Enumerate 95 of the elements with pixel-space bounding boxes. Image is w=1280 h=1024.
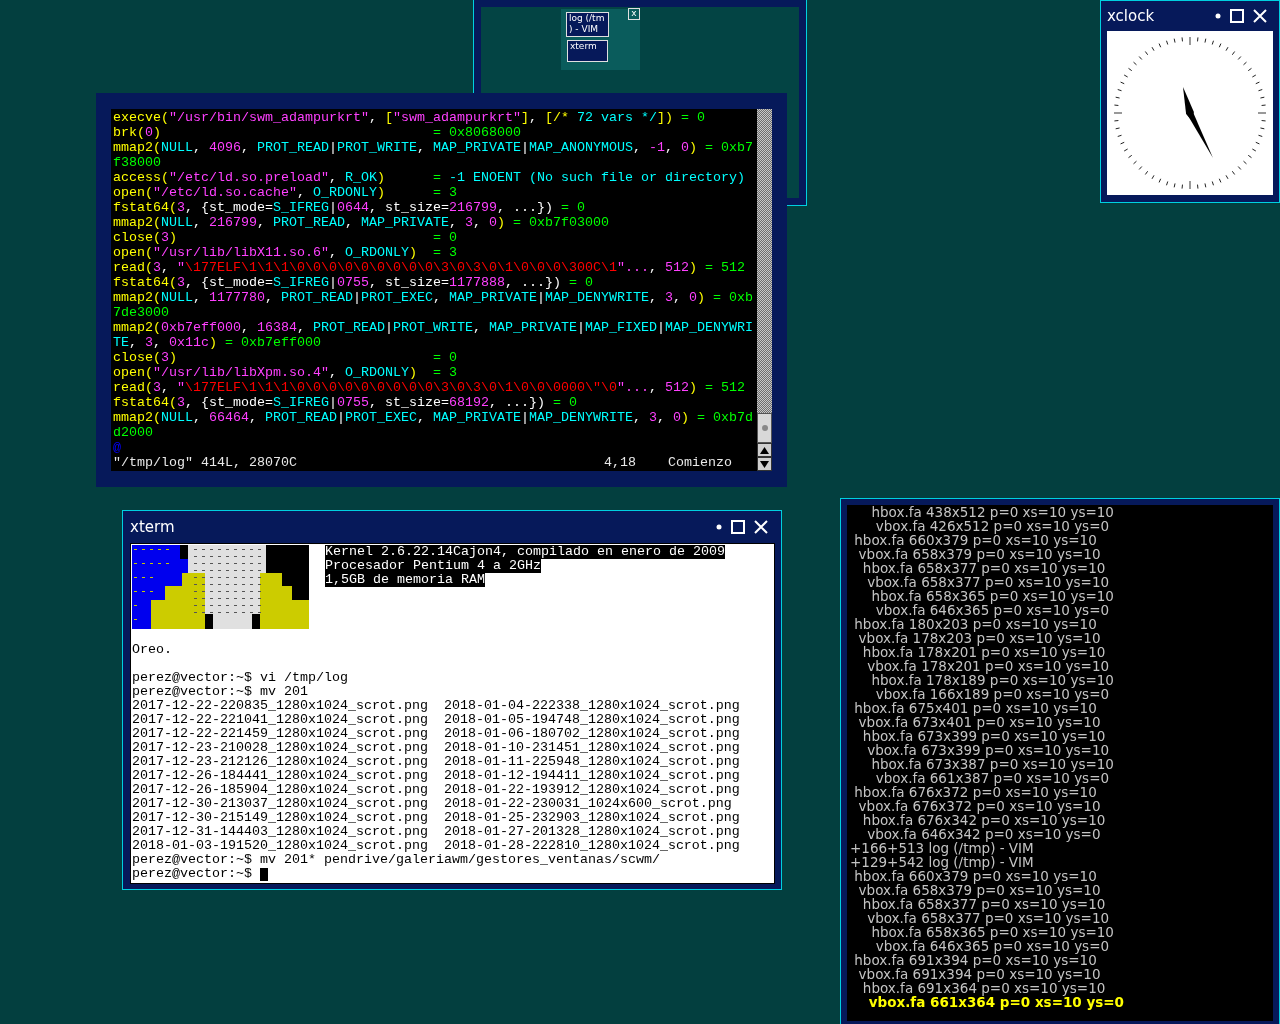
code-line: mmap2(NULL, 216799, PROT_READ, MAP_PRIVATE, 3, 0) = 0xb7f03000 bbox=[113, 215, 610, 230]
code-line: mmap2(NULL, 66464, PROT_READ|PROT_EXEC, MAP_PRIVATE|MAP_DENYWRITE, 3, 0) = 0xb7d bbox=[113, 410, 754, 425]
log-line: hbox.fa 180x203 p=0 xs=10 ys=10 bbox=[853, 617, 1097, 631]
log-line: vbox.fa 646x342 p=0 xs=10 ys=0 bbox=[866, 827, 1101, 841]
code-line: 7de3000 bbox=[113, 305, 170, 320]
code-line: fstat64(3, {st_mode=S_IFREG|0755, st_size=68192, ...}) = 0 bbox=[113, 395, 578, 410]
pager-window-thumbnail[interactable]: log (/tm ) - VIM bbox=[566, 12, 609, 37]
down-arrow-icon bbox=[760, 460, 769, 468]
terminal-line: 2017-12-30-213037_1280x1024_scrot.png 2018-01-22-230031_1024x600_scrot.png bbox=[132, 797, 733, 811]
log-line: vbox.fa 646x365 p=0 xs=10 ys=0 bbox=[874, 603, 1110, 617]
code-line: read(3, "\177ELF\1\1\1\0\0\0\0\0\0\0\0\0\3\0\3\0\1\0\0\0000\"\0"..., 512) = 512 bbox=[113, 380, 746, 395]
code-line: access("/etc/ld.so.preload", R_OK) = -1 ENOENT (No such file or directory) bbox=[113, 170, 746, 185]
code-line: mmap2(NULL, 4096, PROT_READ|PROT_WRITE, MAP_PRIVATE|MAP_ANONYMOUS, -1, 0) = 0xb7 bbox=[113, 140, 754, 155]
log-line: hbox.fa 673x387 p=0 xs=10 ys=10 bbox=[870, 757, 1115, 771]
log-line: hbox.fa 658x377 p=0 xs=10 ys=10 bbox=[861, 561, 1106, 575]
close-icon[interactable] bbox=[1253, 9, 1267, 23]
log-line: vbox.fa 661x387 p=0 xs=10 ys=0 bbox=[874, 771, 1110, 785]
terminal-line: Oreo. bbox=[132, 643, 173, 657]
log-line: hbox.fa 438x512 p=0 xs=10 ys=10 bbox=[870, 505, 1115, 519]
scroll-position: Comienzo bbox=[667, 455, 732, 470]
code-line: open("/usr/lib/libXpm.so.4", O_RDONLY) = 3 bbox=[113, 365, 458, 380]
text-cursor bbox=[260, 867, 268, 881]
terminal-line: perez@vector:~$ vi /tmp/log bbox=[132, 671, 349, 685]
code-line: f38000 bbox=[113, 155, 162, 170]
code-line: read(3, "\177ELF\1\1\1\0\0\0\0\0\0\0\0\0\3\0\3\0\1\0\0\0\300C\1"..., 512) = 512 bbox=[113, 260, 746, 275]
log-line: hbox.fa 676x342 p=0 xs=10 ys=10 bbox=[861, 813, 1107, 827]
code-line: execve("/usr/bin/swm_adampurkrt", ["swm_adampurkrt"], [/* 72 vars */]) = 0 bbox=[113, 110, 706, 125]
log-line: vbox.fa 673x399 p=0 xs=10 ys=10 bbox=[866, 743, 1111, 757]
log-line: vbox.fa 166x189 p=0 xs=10 ys=0 bbox=[874, 687, 1110, 701]
terminal-line: 2017-12-26-184441_1280x1024_scrot.png 2018-01-12-194411_1280x1024_scrot.png bbox=[132, 769, 741, 783]
scroll-up-button[interactable] bbox=[757, 443, 772, 457]
log-line: hbox.fa 658x377 p=0 xs=10 ys=10 bbox=[861, 897, 1106, 911]
code-line: fstat64(3, {st_mode=S_IFREG|0755, st_size=1177888, ...}) = 0 bbox=[113, 275, 594, 290]
log-line: hbox.fa 675x401 p=0 xs=10 ys=10 bbox=[853, 701, 1097, 715]
code-line: d2000 bbox=[113, 425, 154, 440]
log-line: vbox.fa 676x372 p=0 xs=10 ys=10 bbox=[857, 799, 1102, 813]
terminal-line: 2017-12-23-210028_1280x1024_scrot.png 2018-01-10-231451_1280x1024_scrot.png bbox=[132, 741, 741, 755]
log-line: hbox.fa 691x364 p=0 xs=10 ys=10 bbox=[861, 981, 1107, 995]
code-line: @ bbox=[113, 440, 122, 455]
log-line: vbox.fa 673x401 p=0 xs=10 ys=10 bbox=[857, 715, 1102, 729]
code-line: open("/usr/lib/libX11.so.6", O_RDONLY) = 3 bbox=[113, 245, 458, 260]
log-line: hbox.fa 178x201 p=0 xs=10 ys=10 bbox=[861, 645, 1106, 659]
code-line: open("/etc/ld.so.cache", O_RDONLY) = 3 bbox=[113, 185, 458, 200]
log-line: vbox.fa 646x365 p=0 xs=10 ys=0 bbox=[874, 939, 1110, 953]
code-line: brk(0) = 0x8068000 bbox=[113, 125, 522, 140]
terminal-line: 2017-12-22-221041_1280x1024_scrot.png 2018-01-05-194748_1280x1024_scrot.png bbox=[132, 713, 741, 727]
window-title: xterm bbox=[130, 516, 175, 538]
scrollbar-thumb[interactable] bbox=[757, 413, 772, 443]
log-line: +129+542 log (/tmp) - VIM bbox=[850, 855, 1035, 869]
maximize-icon[interactable] bbox=[1230, 9, 1244, 23]
log-line: vbox.fa 426x512 p=0 xs=10 ys=0 bbox=[874, 519, 1110, 533]
code-line: close(3) = 0 bbox=[113, 350, 458, 365]
status-message: "/tmp/log" 414L, 28070C bbox=[113, 455, 297, 470]
scroll-down-button[interactable] bbox=[757, 457, 772, 471]
code-line: mmap2(NULL, 1177780, PROT_READ|PROT_EXEC, MAP_PRIVATE|MAP_DENYWRITE, 3, 0) = 0xb bbox=[113, 290, 754, 305]
dot-icon[interactable] bbox=[716, 524, 722, 530]
log-line: vbox.fa 658x379 p=0 xs=10 ys=10 bbox=[857, 883, 1102, 897]
log-line: hbox.fa 660x379 p=0 xs=10 ys=10 bbox=[853, 869, 1097, 883]
close-icon[interactable] bbox=[754, 520, 768, 534]
terminal-line: 2017-12-22-221459_1280x1024_scrot.png 2018-01-06-180702_1280x1024_scrot.png bbox=[132, 727, 741, 741]
log-line: vbox.fa 658x379 p=0 xs=10 ys=10 bbox=[857, 547, 1102, 561]
terminal-line: 2017-12-31-144403_1280x1024_scrot.png 2018-01-27-201328_1280x1024_scrot.png bbox=[132, 825, 741, 839]
terminal-line: perez@vector:~$ mv 201 bbox=[132, 685, 309, 699]
terminal-line: 2017-12-30-215149_1280x1024_scrot.png 2018-01-25-232903_1280x1024_scrot.png bbox=[132, 811, 741, 825]
terminal-line: 2017-12-22-220835_1280x1024_scrot.png 2018-01-04-222338_1280x1024_scrot.png bbox=[132, 699, 741, 713]
terminal-line: 2017-12-26-185904_1280x1024_scrot.png 2018-01-22-193912_1280x1024_scrot.png bbox=[132, 783, 741, 797]
log-line: vbox.fa 658x377 p=0 xs=10 ys=10 bbox=[866, 911, 1111, 925]
code-line: mmap2(0xb7eff000, 16384, PROT_READ|PROT_WRITE, MAP_PRIVATE|MAP_FIXED|MAP_DENYWRI bbox=[113, 320, 754, 335]
window-title: xclock bbox=[1107, 5, 1155, 27]
log-line: vbox.fa 658x377 p=0 xs=10 ys=10 bbox=[866, 575, 1111, 589]
log-line: hbox.fa 178x189 p=0 xs=10 ys=10 bbox=[870, 673, 1115, 687]
terminal-prompt: perez@vector:~$ bbox=[132, 867, 253, 881]
terminal-line: perez@vector:~$ mv 201* pendrive/galeriawm/gestores_ventanas/scwm/ bbox=[132, 853, 661, 867]
pager-close-button[interactable]: x bbox=[628, 8, 640, 20]
log-line: hbox.fa 658x365 p=0 xs=10 ys=10 bbox=[870, 925, 1115, 939]
maximize-icon[interactable] bbox=[731, 520, 745, 534]
log-line: vbox.fa 691x394 p=0 xs=10 ys=10 bbox=[857, 967, 1102, 981]
log-line: hbox.fa 673x399 p=0 xs=10 ys=10 bbox=[861, 729, 1106, 743]
log-line: hbox.fa 691x394 p=0 xs=10 ys=10 bbox=[853, 953, 1097, 967]
log-line: hbox.fa 660x379 p=0 xs=10 ys=10 bbox=[853, 533, 1097, 547]
log-line: vbox.fa 661x364 p=0 xs=10 ys=0 bbox=[867, 995, 1125, 1009]
log-line: vbox.fa 178x201 p=0 xs=10 ys=10 bbox=[866, 659, 1111, 673]
log-line: hbox.fa 658x365 p=0 xs=10 ys=10 bbox=[870, 589, 1115, 603]
code-line: close(3) = 0 bbox=[113, 230, 458, 245]
up-arrow-icon bbox=[760, 446, 769, 454]
log-line: +166+513 log (/tmp) - VIM bbox=[850, 841, 1035, 855]
log-line: hbox.fa 676x372 p=0 xs=10 ys=10 bbox=[853, 785, 1097, 799]
cursor-position: 4,18 bbox=[603, 455, 636, 470]
log-line: vbox.fa 178x203 p=0 xs=10 ys=10 bbox=[857, 631, 1102, 645]
terminal-line: 2018-01-03-191520_1280x1024_scrot.png 2018-01-28-222810_1280x1024_scrot.png bbox=[132, 839, 741, 853]
pager-window-thumbnail[interactable]: xterm bbox=[567, 40, 608, 62]
dot-icon[interactable] bbox=[1215, 13, 1221, 19]
code-line: fstat64(3, {st_mode=S_IFREG|0644, st_size=216799, ...}) = 0 bbox=[113, 200, 586, 215]
code-line: TE, 3, 0x11c) = 0xb7eff000 bbox=[113, 335, 322, 350]
terminal-line: 2017-12-23-212126_1280x1024_scrot.png 2018-01-11-225948_1280x1024_scrot.png bbox=[132, 755, 741, 769]
